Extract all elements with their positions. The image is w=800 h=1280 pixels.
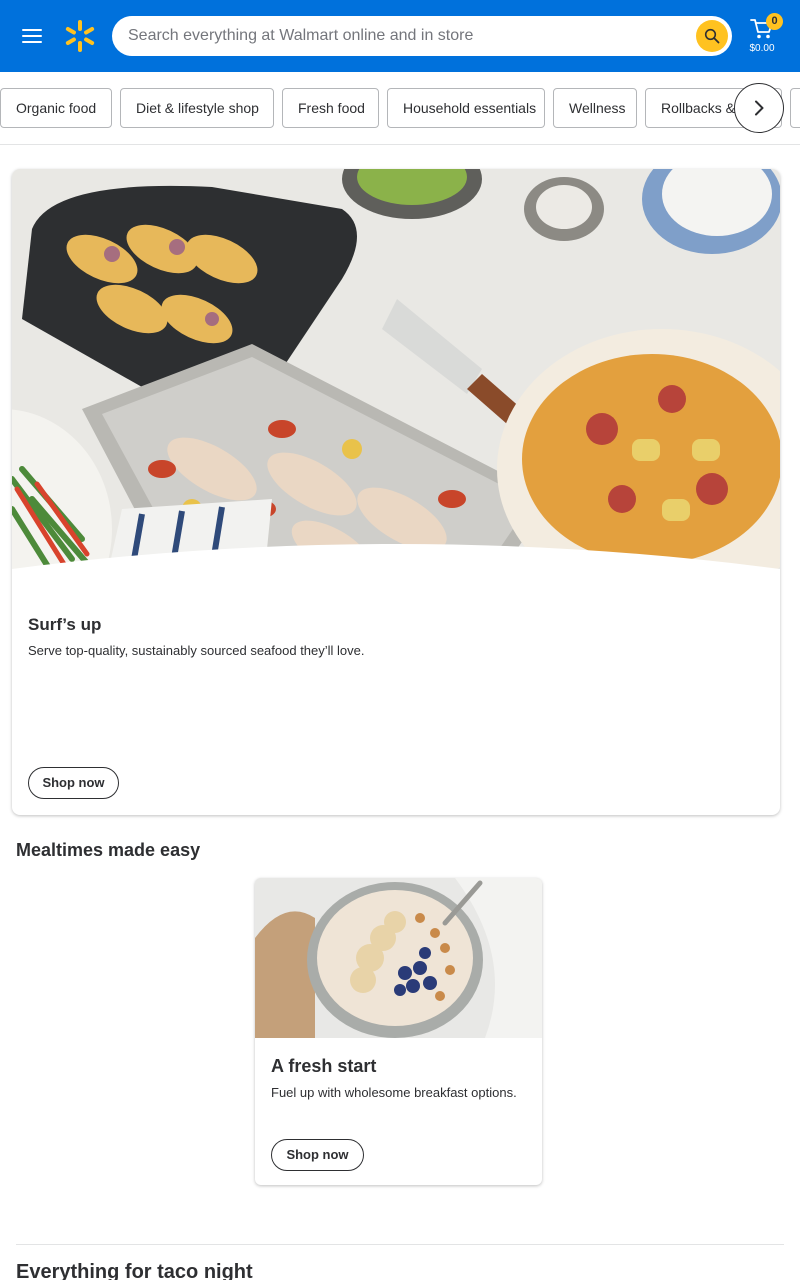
fresh-start-card: A fresh start Fuel up with wholesome bre… <box>255 878 542 1185</box>
mealtimes-heading: Mealtimes made easy <box>16 840 201 860</box>
chevron-right-icon <box>755 100 764 116</box>
card-title: A fresh start <box>271 1056 377 1076</box>
search-input[interactable] <box>128 16 688 56</box>
hero-promo-card: Surf’s up Serve top-quality, sustainably… <box>12 169 780 815</box>
seafood-hero-image[interactable] <box>12 169 780 599</box>
taco-night-heading: Everything for taco night <box>16 1261 253 1280</box>
breakfast-oatmeal-image[interactable] <box>255 878 542 1038</box>
hero-shop-now-button[interactable]: Shop now <box>28 767 119 799</box>
card-shop-now-button[interactable]: Shop now <box>271 1139 364 1171</box>
search-bar <box>112 16 732 56</box>
category-pill-diet-lifestyle[interactable]: Diet & lifestyle shop <box>120 88 274 128</box>
cart-count-badge: 0 <box>766 13 783 30</box>
hero-subtitle: Serve top-quality, sustainably sourced s… <box>28 643 365 658</box>
section-divider <box>16 1244 784 1245</box>
category-pill-fresh-food[interactable]: Fresh food <box>282 88 379 128</box>
category-pill-household-essentials[interactable]: Household essentials <box>387 88 545 128</box>
search-button[interactable] <box>696 20 728 52</box>
scroll-next-button[interactable] <box>734 83 784 133</box>
search-icon <box>704 28 720 44</box>
category-pill-next[interactable] <box>790 88 800 128</box>
category-pill-bar: Organic food Diet & lifestyle shop Fresh… <box>0 72 800 145</box>
cart-total: $0.00 <box>749 43 775 54</box>
category-pill-organic-food[interactable]: Organic food <box>0 88 112 128</box>
walmart-spark-logo[interactable] <box>62 18 98 54</box>
top-header: 0 $0.00 <box>0 0 800 72</box>
hero-title: Surf’s up <box>28 615 102 634</box>
cart-button[interactable]: 0 $0.00 <box>744 12 784 60</box>
card-subtitle: Fuel up with wholesome breakfast options… <box>271 1085 517 1100</box>
hamburger-menu-icon[interactable] <box>20 24 44 48</box>
category-pill-wellness[interactable]: Wellness <box>553 88 637 128</box>
